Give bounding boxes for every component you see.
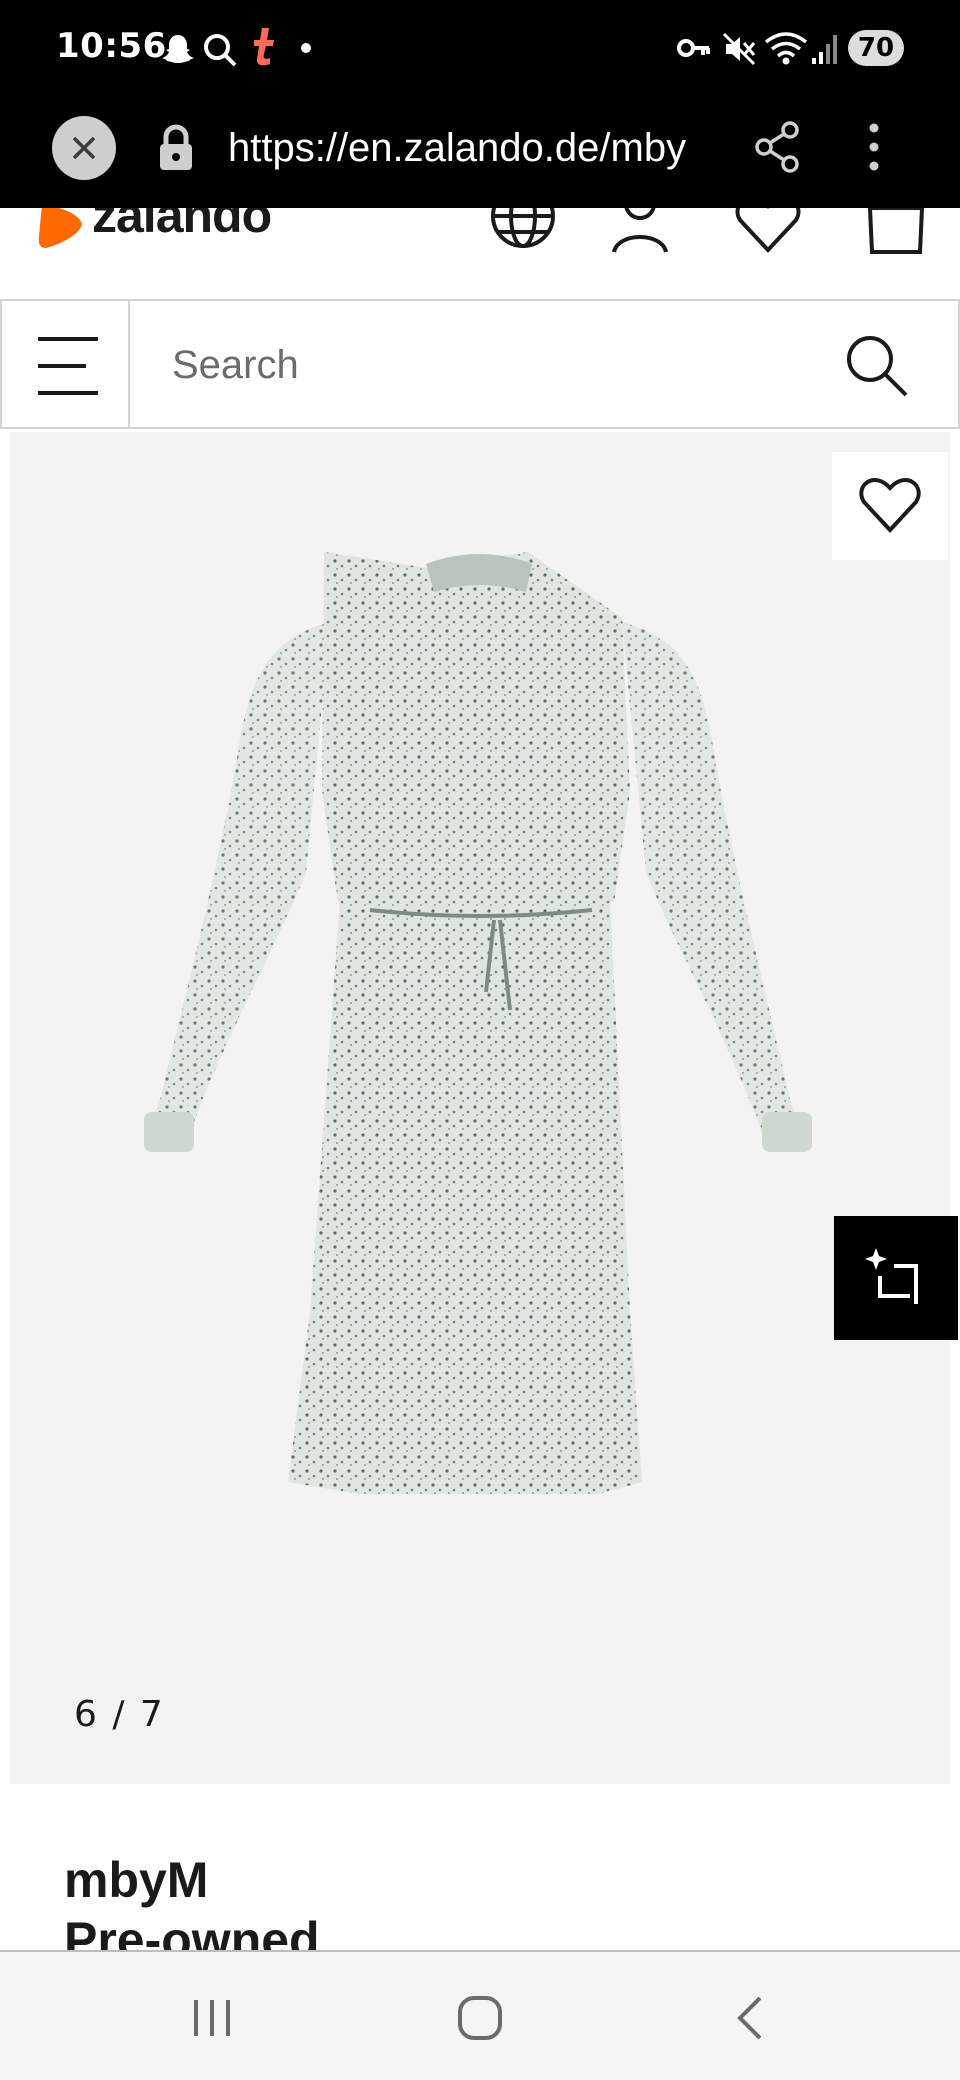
- product-title: mbyM Pre-owned: [64, 1850, 904, 1950]
- image-counter: 6 / 7: [74, 1694, 165, 1735]
- home-icon[interactable]: [456, 1994, 504, 2042]
- mute-icon: [722, 32, 756, 66]
- zalando-logo-icon[interactable]: [36, 208, 86, 252]
- key-icon: [677, 39, 710, 57]
- share-icon[interactable]: [754, 120, 802, 174]
- status-bar: 10:56 70: [0, 0, 960, 100]
- battery-indicator: 70: [848, 30, 904, 66]
- more-icon[interactable]: [864, 120, 884, 174]
- search-icon[interactable]: [844, 333, 910, 399]
- heart-icon: [859, 478, 921, 533]
- close-tab-button[interactable]: [52, 116, 116, 180]
- tumblr-icon: [254, 28, 274, 66]
- search-input[interactable]: [170, 331, 794, 399]
- wifi-icon: [764, 32, 808, 65]
- account-icon[interactable]: [610, 208, 670, 256]
- lock-icon[interactable]: [156, 122, 196, 172]
- product-name: Pre-owned: [64, 1912, 320, 1950]
- back-icon[interactable]: [730, 1994, 770, 2042]
- product-brand[interactable]: mbyM: [64, 1850, 904, 1910]
- status-time: 10:56: [56, 26, 167, 66]
- product-image-gallery[interactable]: 6 / 7: [10, 432, 950, 1784]
- wishlist-icon[interactable]: [734, 208, 802, 256]
- system-navigation-bar: [0, 1950, 960, 2080]
- menu-button[interactable]: [0, 299, 130, 429]
- search-bar: [130, 299, 960, 429]
- dot-icon: [301, 43, 311, 53]
- recents-icon[interactable]: [190, 1996, 234, 2040]
- globe-icon[interactable]: [490, 208, 556, 256]
- logo-text[interactable]: zalando: [92, 208, 272, 244]
- address-bar[interactable]: https://en.zalando.de/mby: [228, 120, 718, 176]
- close-icon: [72, 136, 96, 160]
- sparkle-crop-icon: [865, 1248, 918, 1304]
- add-to-wishlist-button[interactable]: [832, 452, 948, 560]
- product-image[interactable]: [10, 432, 950, 1784]
- site-header: zalando: [0, 208, 960, 298]
- snapchat-icon: [162, 35, 194, 63]
- visual-search-button[interactable]: [834, 1216, 958, 1340]
- signal-icon: [812, 35, 837, 64]
- hamburger-menu-icon: [38, 337, 98, 395]
- search-icon: [204, 34, 237, 67]
- bag-icon[interactable]: [864, 208, 928, 256]
